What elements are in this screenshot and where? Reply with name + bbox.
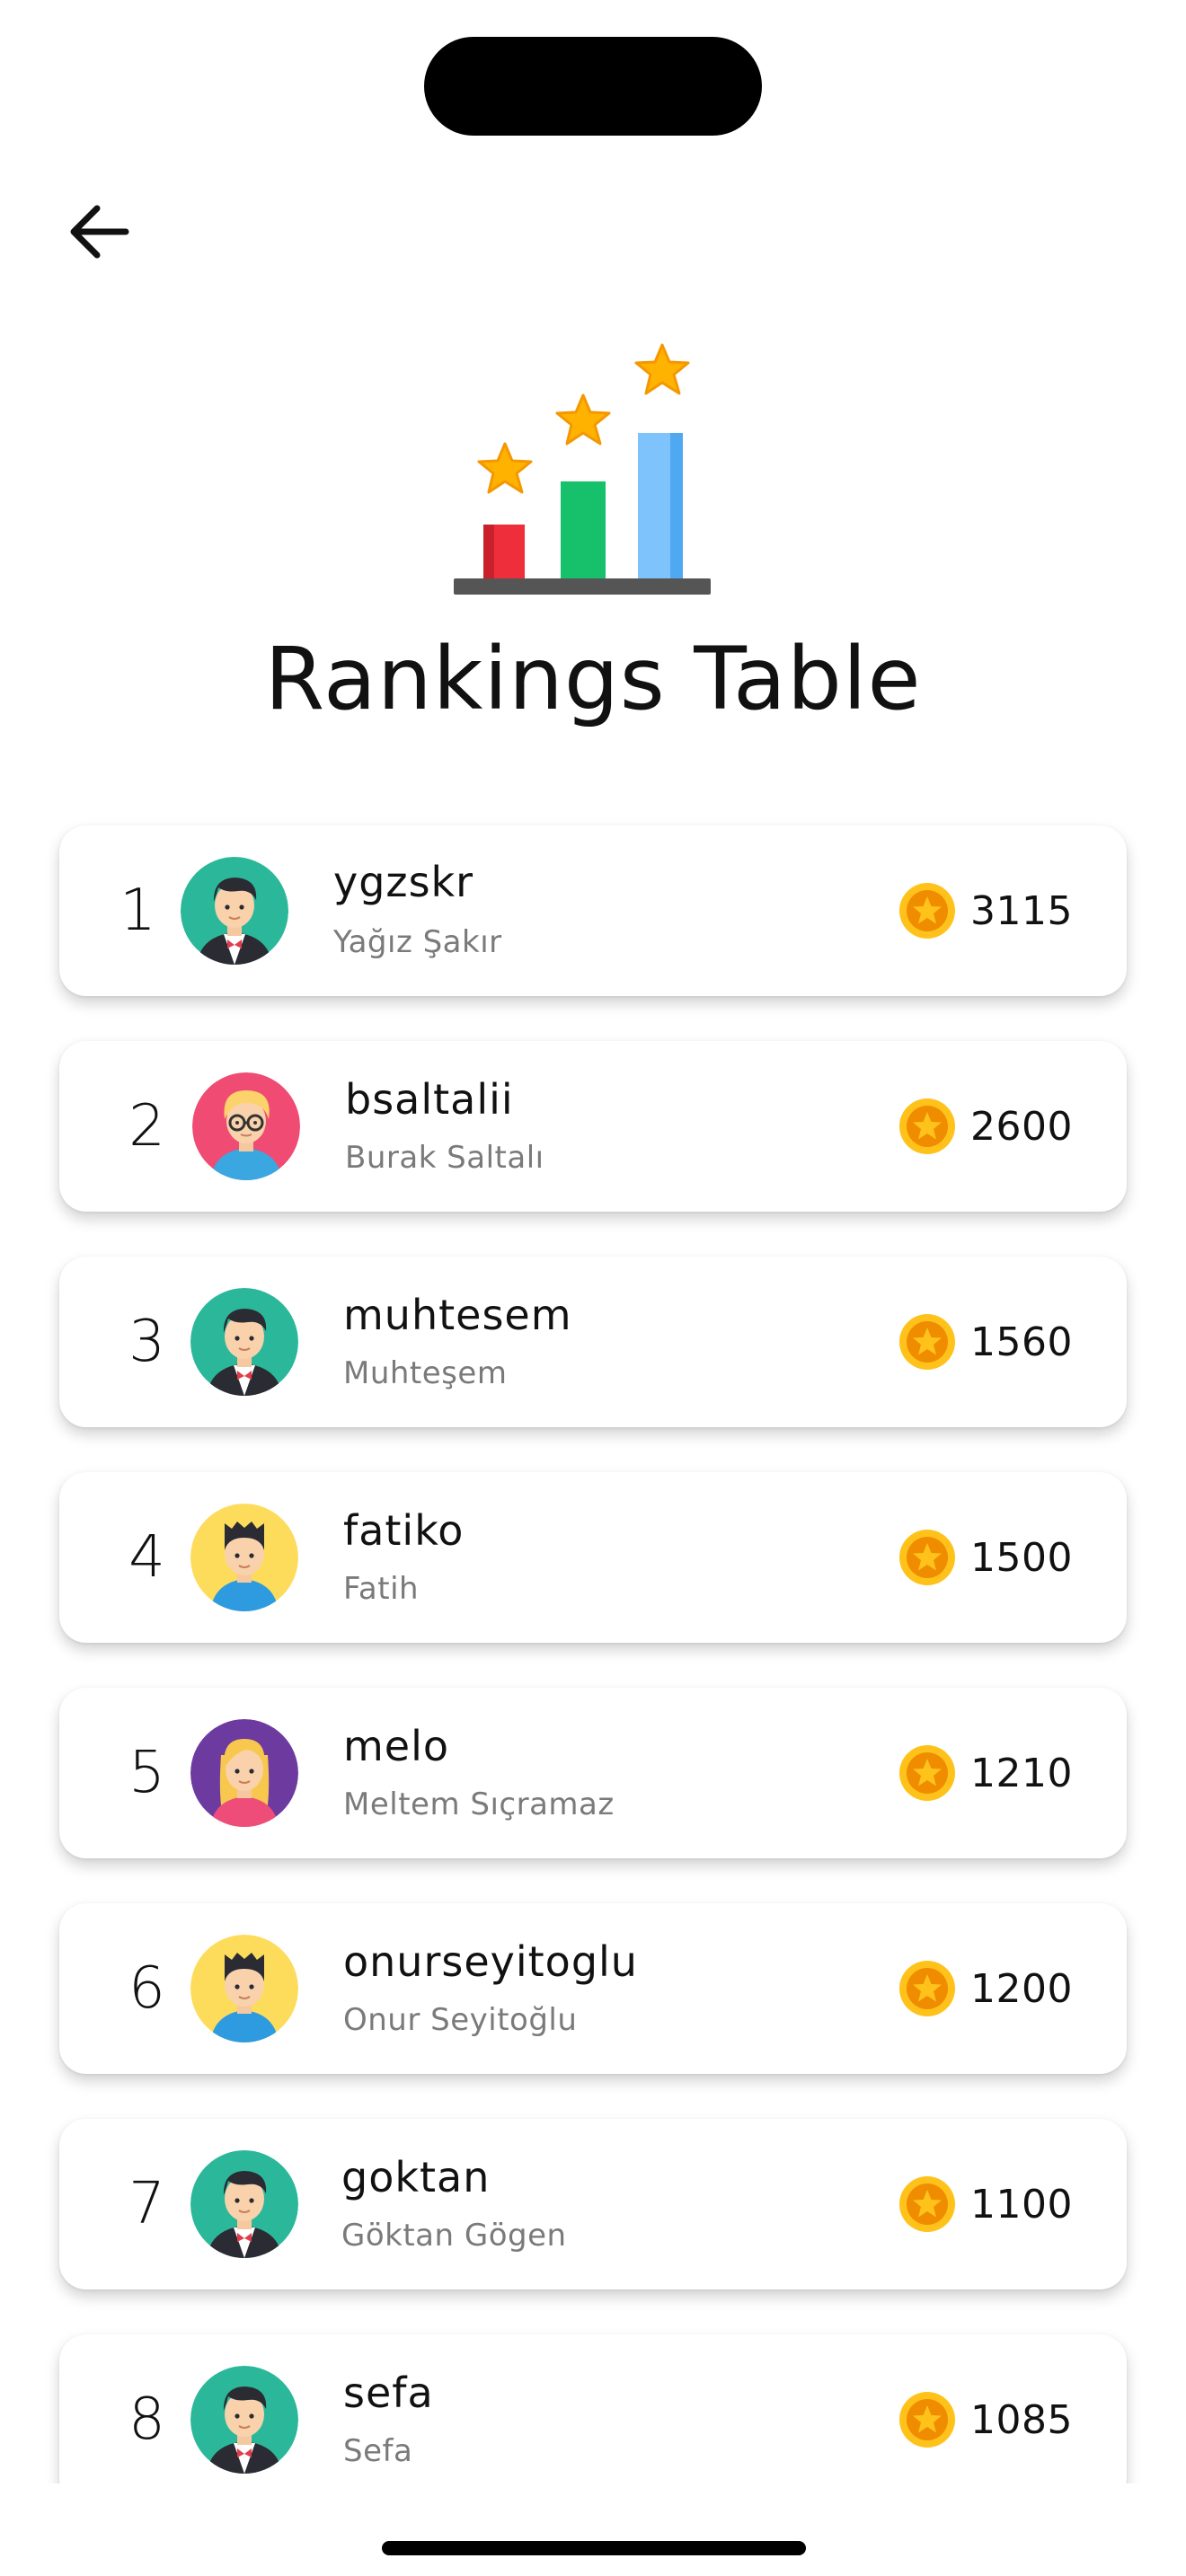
avatar: [190, 1504, 298, 1611]
score-box: 1200: [898, 1903, 1073, 2074]
rank-number: 4: [128, 1524, 165, 1591]
full-name: Meltem Sıçramaz: [343, 1786, 615, 1822]
username: sefa: [343, 2369, 434, 2417]
ranking-row[interactable]: 1 ygzskr Yağız Şakır 3115: [59, 825, 1127, 996]
coin-icon: [898, 1313, 956, 1371]
rank-number: 5: [128, 1740, 165, 1806]
coin-icon: [898, 2175, 956, 2233]
full-name: Onur Seyitoğlu: [343, 2002, 578, 2038]
coin-icon: [898, 2391, 956, 2448]
score-box: 1100: [898, 2119, 1073, 2289]
rank-number: 6: [128, 1955, 165, 2022]
full-name: Sefa: [343, 2433, 413, 2469]
coin-icon: [898, 1960, 956, 2017]
score-box: 2600: [898, 1041, 1073, 1212]
home-indicator[interactable]: [382, 2541, 806, 2555]
rank-number: 8: [128, 2386, 165, 2453]
rankings-list[interactable]: 1 ygzskr Yağız Şakır 3115 2 bsaltalii Bu…: [0, 0, 1186, 2483]
username: melo: [343, 1722, 450, 1770]
full-name: Yağız Şakır: [333, 924, 502, 960]
full-name: Göktan Gögen: [341, 2218, 567, 2254]
full-name: Muhteşem: [343, 1355, 508, 1391]
score: 2600: [970, 1103, 1073, 1150]
score: 1560: [970, 1319, 1073, 1365]
username: bsaltalii: [345, 1075, 514, 1124]
coin-icon: [898, 1744, 956, 1802]
avatar: [190, 1935, 298, 2042]
full-name: Burak Saltalı: [345, 1140, 544, 1176]
score-box: 1560: [898, 1257, 1073, 1427]
username: muhtesem: [343, 1291, 572, 1339]
rank-number: 3: [128, 1309, 165, 1375]
username: ygzskr: [333, 858, 474, 906]
avatar: [192, 1072, 300, 1180]
avatar: [190, 2366, 298, 2474]
ranking-row[interactable]: 2 bsaltalii Burak Saltalı 2600: [59, 1041, 1127, 1212]
rank-number: 7: [128, 2171, 165, 2237]
avatar: [190, 1288, 298, 1396]
score: 1500: [970, 1534, 1073, 1581]
ranking-row[interactable]: 3 muhtesem Muhteşem 1560: [59, 1257, 1127, 1427]
ranking-row[interactable]: 7 goktan Göktan Gögen 1100: [59, 2119, 1127, 2289]
username: fatiko: [343, 1506, 465, 1555]
score: 1100: [970, 2181, 1073, 2228]
score-box: 1210: [898, 1688, 1073, 1858]
coin-icon: [898, 882, 956, 940]
ranking-row[interactable]: 6 onurseyitoglu Onur Seyitoğlu 1200: [59, 1903, 1127, 2074]
score-box: 3115: [898, 825, 1073, 996]
score: 1200: [970, 1965, 1073, 2012]
coin-icon: [898, 1098, 956, 1155]
score-box: 1500: [898, 1472, 1073, 1643]
score-box: 1085: [898, 2334, 1073, 2483]
avatar: [181, 857, 288, 965]
avatar: [190, 1719, 298, 1827]
ranking-row[interactable]: 5 melo Meltem Sıçramaz 1210: [59, 1688, 1127, 1858]
score: 1210: [970, 1750, 1073, 1796]
score: 3115: [970, 887, 1073, 934]
username: goktan: [341, 2153, 491, 2201]
ranking-row[interactable]: 4 fatiko Fatih 1500: [59, 1472, 1127, 1643]
score: 1085: [970, 2396, 1073, 2443]
avatar: [190, 2150, 298, 2258]
full-name: Fatih: [343, 1571, 420, 1607]
rank-number: 2: [128, 1093, 165, 1160]
coin-icon: [898, 1529, 956, 1586]
rank-number: 1: [119, 878, 156, 944]
ranking-row[interactable]: 8 sefa Sefa 1085: [59, 2334, 1127, 2483]
username: onurseyitoglu: [343, 1937, 638, 1986]
